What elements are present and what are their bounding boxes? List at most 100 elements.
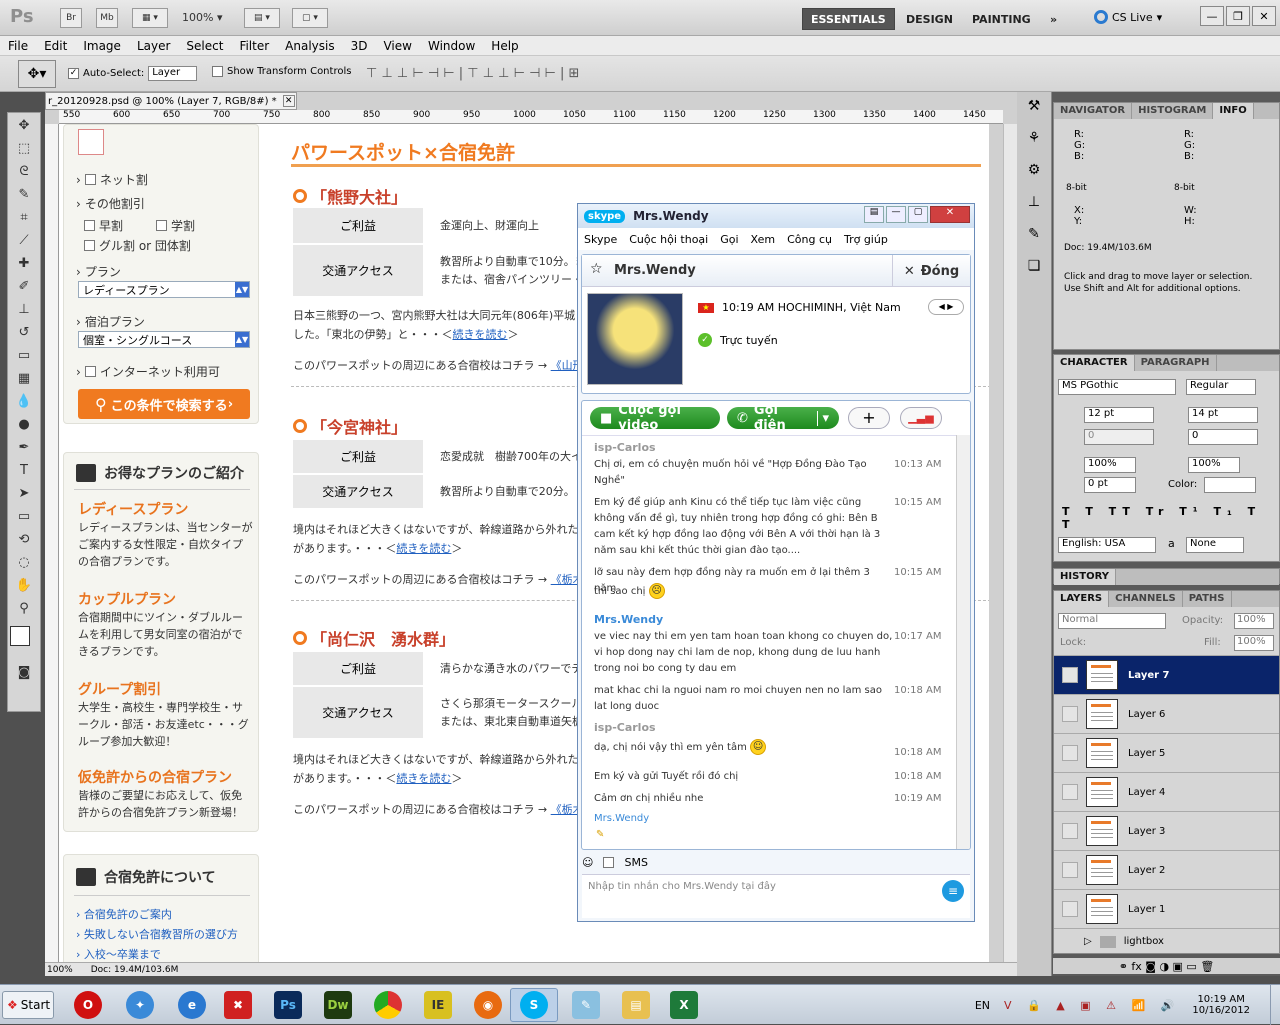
mini-bridge-button[interactable]: Mb — [96, 8, 118, 28]
layer-row[interactable]: Layer 7 — [1054, 655, 1279, 694]
start-button[interactable]: ❖ Start — [2, 991, 54, 1019]
visibility-toggle[interactable] — [1062, 667, 1078, 683]
student-checkbox[interactable] — [156, 220, 167, 231]
move-tool-icon[interactable]: ✥ — [9, 114, 39, 136]
menu-layer[interactable]: Layer — [129, 39, 178, 53]
taskbar-excel[interactable]: X — [660, 988, 708, 1022]
menu-view[interactable]: View — [375, 39, 419, 53]
read-more-link[interactable]: 続きを読む — [396, 542, 451, 555]
status-zoom[interactable]: 100% — [47, 965, 73, 975]
skype-menu-view[interactable]: Xem — [745, 233, 782, 246]
layer-row[interactable]: Layer 5 — [1054, 733, 1279, 772]
tab-channels[interactable]: CHANNELS — [1109, 591, 1183, 607]
3d-orbit-tool-icon[interactable]: ◌ — [9, 551, 39, 573]
blend-mode-select[interactable]: Normal — [1058, 613, 1166, 629]
layer-row[interactable]: Layer 3 — [1054, 811, 1279, 850]
antialias-select[interactable]: None — [1186, 537, 1244, 553]
eraser-tool-icon[interactable]: ▭ — [9, 344, 39, 366]
visibility-toggle[interactable] — [1062, 901, 1078, 917]
favorite-star-icon[interactable]: ☆ — [590, 261, 603, 277]
about-link[interactable]: › 入校～卒業まで — [76, 945, 238, 962]
dodge-tool-icon[interactable]: ● — [9, 413, 39, 435]
shape-tool-icon[interactable]: ▭ — [9, 505, 39, 527]
font-style-select[interactable]: Regular — [1186, 379, 1256, 395]
group-discount-option[interactable]: グル割 or 団体割 — [84, 237, 191, 254]
video-call-button[interactable]: ■ Cuộc gọi video — [590, 403, 720, 433]
path-select-tool-icon[interactable]: ➤ — [9, 482, 39, 504]
marquee-tool-icon[interactable]: ⬚ — [9, 137, 39, 159]
about-link[interactable]: › 合宿免許のご案内 — [76, 905, 238, 925]
search-button[interactable]: ⚲ この条件で検索する › — [78, 389, 250, 419]
foreground-color[interactable] — [10, 626, 30, 646]
color-swatches[interactable] — [8, 620, 40, 660]
font-size-field[interactable]: 12 pt — [1084, 407, 1154, 423]
lasso-tool-icon[interactable]: ᘓ — [9, 160, 39, 182]
layer-comps-icon[interactable]: ❏ — [1019, 258, 1049, 284]
opacity-field[interactable]: 100% — [1234, 613, 1274, 629]
text-color-swatch[interactable] — [1204, 477, 1256, 493]
tray-icons[interactable]: V 🔒 ▲ ▣ ⚠ 📶 🔊 — [1004, 999, 1180, 1012]
visibility-toggle[interactable] — [1062, 862, 1078, 878]
align-buttons[interactable]: ⊤ ⊥ ⊥ ⊢ ⊣ ⊢ | ⊤ ⊥ ⊥ ⊢ ⊣ ⊢ | ⊞ — [366, 66, 579, 81]
text-style-buttons[interactable]: T T TT Tr T¹ T₁ T T — [1062, 505, 1279, 531]
kerning-field[interactable]: 0 — [1084, 429, 1154, 445]
visibility-toggle[interactable] — [1062, 745, 1078, 761]
tool-presets-icon[interactable]: ⚙ — [1019, 162, 1049, 188]
early-discount-option[interactable]: 早割 — [84, 217, 123, 234]
clone-source-icon[interactable]: ⚘ — [1019, 130, 1049, 156]
gradient-tool-icon[interactable]: ▦ — [9, 367, 39, 389]
location-nav-arrows[interactable]: ◀ ▶ — [928, 299, 964, 315]
layer-row[interactable]: Layer 1 — [1054, 889, 1279, 928]
visibility-toggle[interactable] — [1062, 706, 1078, 722]
crop-tool-icon[interactable]: ⌗ — [9, 206, 39, 228]
notes-icon[interactable]: ✎ — [1019, 226, 1049, 252]
restore-button[interactable]: ❐ — [1226, 6, 1250, 26]
internet-checkbox[interactable] — [84, 366, 96, 377]
workspace-essentials[interactable]: ESSENTIALS — [802, 8, 895, 30]
auto-select-checkbox[interactable]: ✓ — [68, 68, 79, 79]
tab-character[interactable]: CHARACTER — [1054, 355, 1135, 371]
tab-info[interactable]: INFO — [1213, 103, 1254, 119]
document-scrollbar[interactable] — [1003, 124, 1017, 962]
brush-preset-icon[interactable]: ⚒ — [1019, 98, 1049, 124]
read-more-link[interactable]: 続きを読む — [396, 772, 451, 785]
layer-row[interactable]: Layer 4 — [1054, 772, 1279, 811]
tab-history[interactable]: HISTORY — [1054, 569, 1117, 585]
taskbar-chrome[interactable] — [364, 988, 412, 1022]
show-transform-checkbox[interactable] — [212, 66, 223, 77]
visibility-toggle[interactable] — [1062, 823, 1078, 839]
font-family-select[interactable]: MS PGothic — [1058, 379, 1176, 395]
taskbar-opera[interactable]: O — [64, 988, 112, 1022]
taskbar-skype[interactable]: S — [510, 988, 558, 1022]
minimize-button[interactable]: — — [1200, 6, 1224, 26]
close-profile-button[interactable]: ✕ Đóng — [892, 255, 970, 287]
fill-field[interactable]: 100% — [1234, 635, 1274, 651]
menu-filter[interactable]: Filter — [231, 39, 277, 53]
workspace-painting[interactable]: PAINTING — [964, 8, 1039, 30]
baseline-field[interactable]: 0 pt — [1084, 477, 1136, 493]
net-discount-checkbox[interactable] — [84, 174, 96, 185]
tab-paths[interactable]: PATHS — [1183, 591, 1232, 607]
taskbar-firefox[interactable]: ◉ — [464, 988, 512, 1022]
add-people-button[interactable]: + — [848, 407, 890, 429]
layers-footer-buttons[interactable]: ⚭ fx ◙ ◑ ▣ ▭ 🗑 — [1053, 958, 1280, 974]
layer-group-row[interactable]: ▷ lightbox — [1054, 928, 1279, 953]
extras-menu-button[interactable]: ▦ ▾ — [132, 8, 168, 28]
read-more-link[interactable]: 続きを読む — [453, 328, 508, 341]
close-document-icon[interactable]: ✕ — [282, 95, 295, 107]
menu-select[interactable]: Select — [178, 39, 231, 53]
menu-analysis[interactable]: Analysis — [277, 39, 342, 53]
clock[interactable]: 10:19 AM 10/16/2012 — [1192, 994, 1250, 1016]
show-desktop-button[interactable] — [1270, 985, 1280, 1025]
plan-select[interactable]: レディースプラン ▲▼ — [78, 281, 250, 298]
tab-histogram[interactable]: HISTOGRAM — [1132, 103, 1214, 119]
send-message-button[interactable]: ≡ — [942, 880, 964, 902]
taskbar-photoshop[interactable]: Ps — [264, 988, 312, 1022]
eyedropper-tool-icon[interactable]: ⟋ — [9, 229, 39, 251]
net-discount-option[interactable]: › ネット割 — [76, 171, 148, 188]
healing-tool-icon[interactable]: ✚ — [9, 252, 39, 274]
3d-rotate-tool-icon[interactable]: ⟲ — [9, 528, 39, 550]
taskbar-notepad[interactable]: ✎ — [562, 988, 610, 1022]
internet-option[interactable]: › インターネット利用可 — [76, 363, 220, 380]
document-tab[interactable]: r_20120928.psd @ 100% (Layer 7, RGB/8#) … — [45, 92, 297, 110]
